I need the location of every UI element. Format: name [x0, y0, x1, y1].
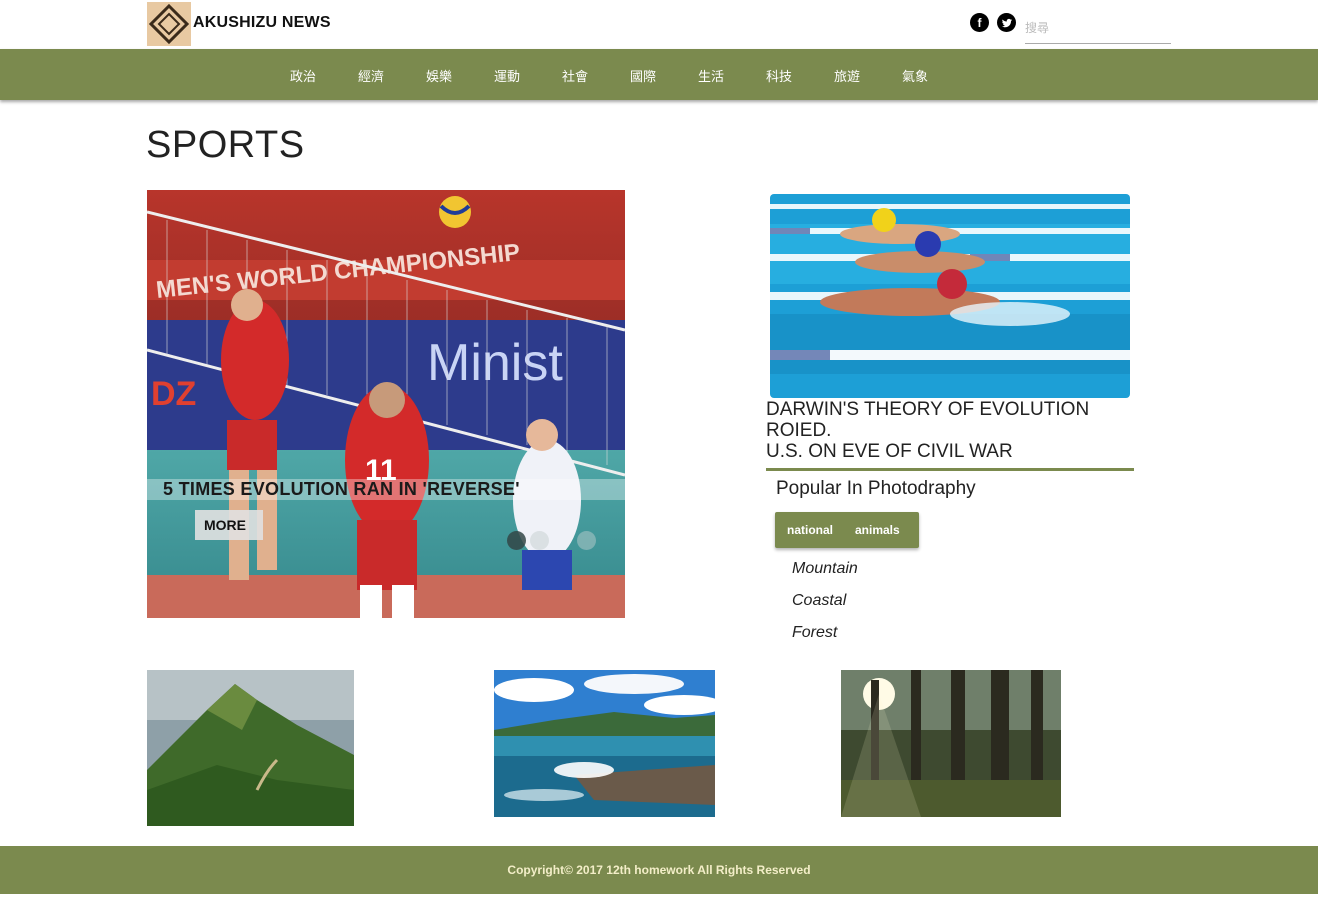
nav-item-entertainment[interactable]: 娛樂 — [426, 66, 452, 85]
nav-item-tech[interactable]: 科技 — [766, 66, 792, 85]
thumbnail-mountain[interactable] — [147, 670, 354, 826]
section-divider — [766, 468, 1134, 471]
headline-line-3: U.S. ON EVE OF CIVIL WAR — [766, 441, 1013, 462]
hero-image: MEN'S WORLD CHAMPIONSHIP Minist DZ 11 — [147, 190, 625, 618]
headline-line-1: DARWIN'S THEORY OF EVOLUTION — [766, 399, 1090, 420]
tab-national[interactable]: national — [787, 523, 833, 537]
category-forest[interactable]: Forest — [792, 624, 837, 642]
feature-image[interactable] — [770, 194, 1130, 398]
carousel-dot-3[interactable] — [577, 531, 596, 550]
nav-item-economy[interactable]: 經濟 — [358, 66, 384, 85]
headline-line-2: ROIED. — [766, 420, 832, 441]
category-mountain[interactable]: Mountain — [792, 560, 858, 578]
feature-headline[interactable]: DARWIN'S THEORY OF EVOLUTION ROIED. U.S.… — [766, 399, 1134, 462]
search-input[interactable] — [1025, 12, 1171, 44]
svg-text:DZ: DZ — [151, 375, 196, 413]
main-nav: 政治 經濟 娛樂 運動 社會 國際 生活 科技 旅遊 氣象 — [0, 49, 1318, 100]
site-header: AKUSHIZU NEWS f — [0, 0, 1318, 49]
hero-caption[interactable]: 5 TIMES EVOLUTION RAN IN 'REVERSE' — [163, 479, 520, 500]
facebook-icon[interactable]: f — [970, 13, 989, 32]
nav-item-travel[interactable]: 旅遊 — [834, 66, 860, 85]
tab-animals[interactable]: animals — [855, 523, 900, 537]
nav-item-life[interactable]: 生活 — [698, 66, 724, 85]
hero-carousel[interactable]: MEN'S WORLD CHAMPIONSHIP Minist DZ 11 5 … — [147, 190, 625, 618]
nav-item-society[interactable]: 社會 — [562, 66, 588, 85]
category-coastal[interactable]: Coastal — [792, 592, 846, 610]
popular-heading: Popular In Photodraphy — [776, 478, 976, 499]
nav-item-international[interactable]: 國際 — [630, 66, 656, 85]
thumbnail-coastal[interactable] — [494, 670, 715, 817]
thumbnail-forest[interactable] — [841, 670, 1061, 817]
site-logo[interactable] — [147, 2, 191, 46]
carousel-dot-1[interactable] — [507, 531, 526, 550]
copyright-text: Copyright© 2017 12th homework All Rights… — [507, 863, 811, 877]
site-footer: Copyright© 2017 12th homework All Rights… — [0, 846, 1318, 894]
more-button[interactable]: MORE — [195, 510, 263, 540]
page-title: SPORTS — [146, 124, 305, 166]
nav-item-politics[interactable]: 政治 — [290, 66, 316, 85]
twitter-icon[interactable] — [997, 13, 1016, 32]
carousel-dot-2[interactable] — [530, 531, 549, 550]
nav-item-sports[interactable]: 運動 — [494, 66, 520, 85]
site-brand[interactable]: AKUSHIZU NEWS — [193, 14, 331, 32]
nav-item-weather[interactable]: 氣象 — [902, 66, 928, 85]
photo-tabs: national animals — [775, 512, 919, 548]
